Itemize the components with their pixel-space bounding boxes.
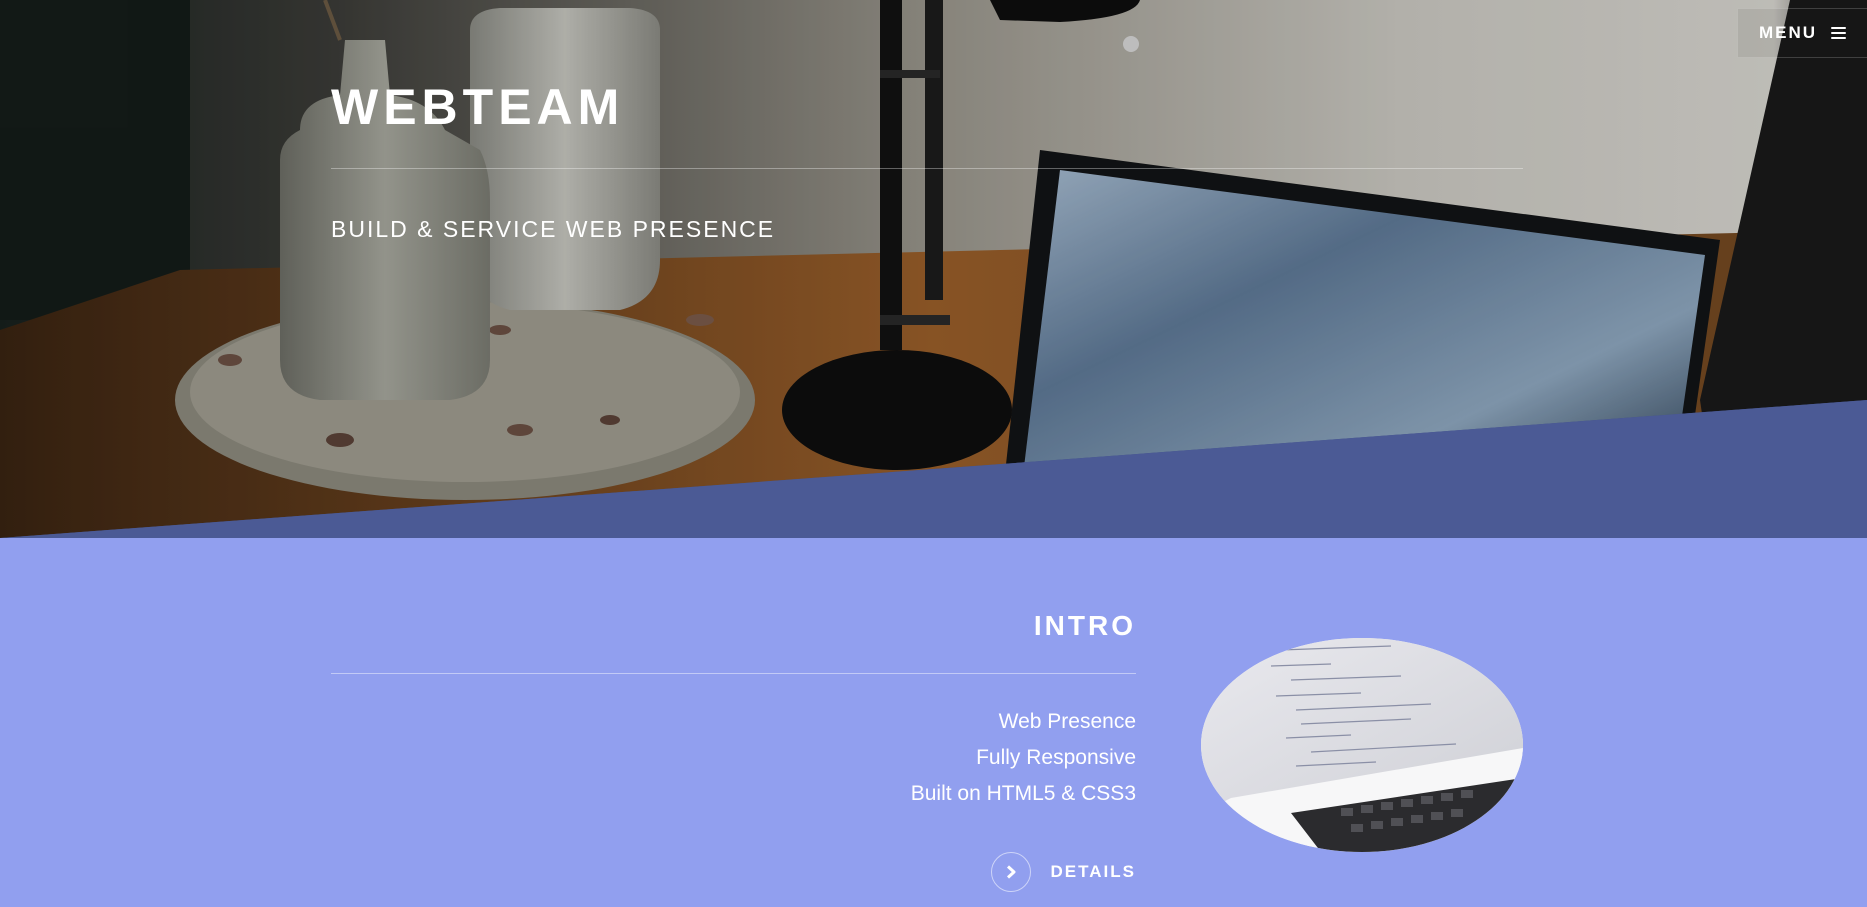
intro-laptop-image (1201, 638, 1523, 852)
menu-button[interactable]: MENU (1737, 8, 1867, 58)
hero-divider (331, 168, 1523, 169)
chevron-right-icon (990, 852, 1031, 892)
intro-title: INTRO (1033, 610, 1136, 641)
intro-section: INTRO Web Presence Fully Responsive Buil… (0, 538, 1867, 907)
feature-item: Built on HTML5 & CSS3 (910, 782, 1136, 805)
hero-background-photo (0, 0, 1867, 538)
site-tagline: BUILD & SERVICE WEB PRESENCE (331, 216, 776, 242)
feature-item: Fully Responsive (976, 746, 1136, 769)
site-title: WEBTEAM (331, 79, 625, 135)
menu-label: MENU (1758, 23, 1818, 42)
hero-section: MENU WEBTEAM BUILD & SERVICE WEB PRESENC… (0, 0, 1867, 538)
details-label: DETAILS (1050, 862, 1136, 881)
intro-divider (331, 673, 1136, 674)
details-link[interactable]: DETAILS (990, 852, 1136, 892)
feature-list: Web Presence Fully Responsive Built on H… (911, 704, 1136, 812)
feature-item: Web Presence (998, 710, 1136, 733)
hamburger-icon (1831, 26, 1847, 40)
